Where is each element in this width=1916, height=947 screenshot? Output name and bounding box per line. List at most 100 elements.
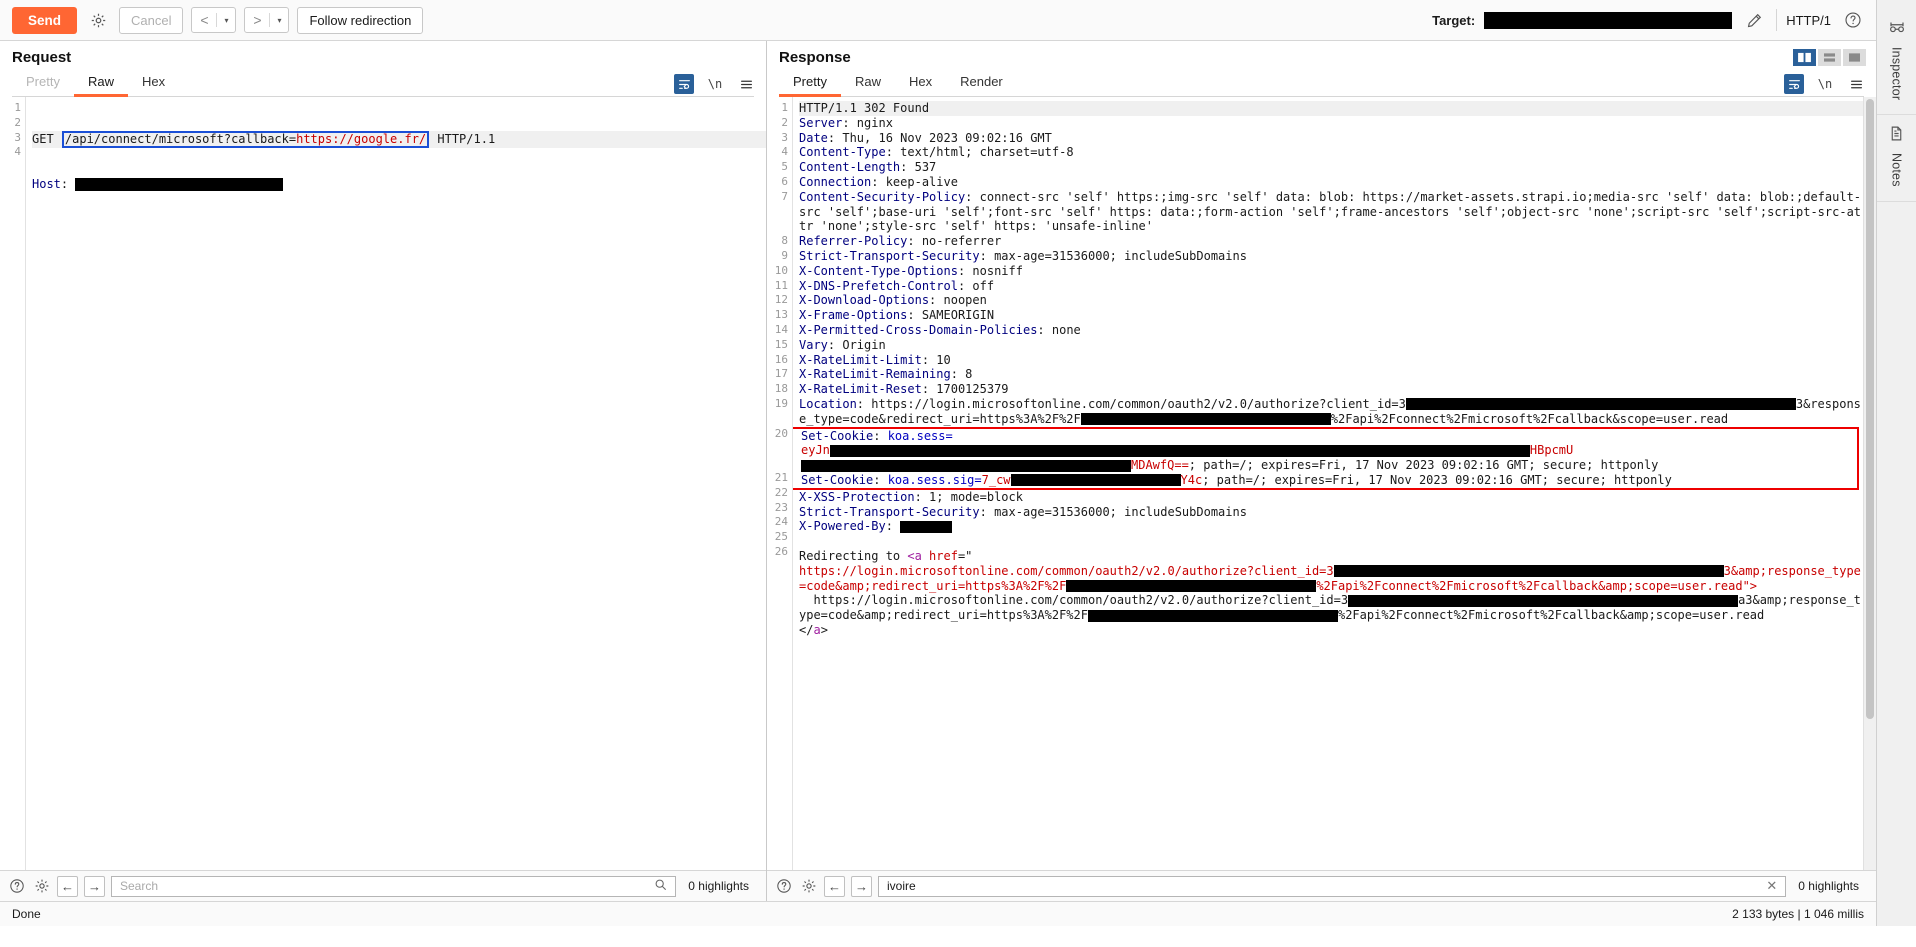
search-prev-button[interactable]: ← — [824, 875, 845, 897]
selected-url-region[interactable]: /api/connect/microsoft?callback=https://… — [61, 130, 430, 148]
next-request-button[interactable]: > ▾ — [244, 7, 290, 33]
top-toolbar: Send Cancel < ▾ > ▾ Follow redirection T… — [0, 0, 1876, 41]
layout-split-horizontal-icon[interactable] — [1818, 49, 1841, 66]
word-wrap-icon[interactable] — [1784, 74, 1804, 94]
response-header-line: Content-Security-Policy: connect-src 'se… — [799, 190, 1863, 234]
menu-icon[interactable] — [736, 74, 756, 94]
search-next-button[interactable]: → — [84, 875, 105, 897]
request-search-field[interactable] — [111, 875, 677, 897]
header-colon: : — [873, 472, 888, 487]
response-header-line: Content-Length: 537 — [799, 160, 1863, 175]
response-search-field[interactable]: ✕ — [878, 875, 1787, 897]
status-bar: Done 2 133 bytes | 1 046 millis — [0, 901, 1876, 926]
line-number-spacer — [767, 412, 788, 427]
tab-response-hex[interactable]: Hex — [895, 71, 946, 97]
redacted-block — [829, 444, 1530, 457]
tab-request-hex[interactable]: Hex — [128, 71, 179, 97]
response-tabs: Pretty Raw Hex Render — [779, 71, 1864, 97]
word-wrap-icon[interactable] — [674, 74, 694, 94]
sidebar-item-notes[interactable]: Notes — [1877, 115, 1916, 202]
status-text: Done — [12, 907, 41, 921]
search-help-icon[interactable] — [7, 877, 26, 896]
request-code-area[interactable]: 1 2 3 4 GET /api/connect/microsoft?callb… — [0, 97, 766, 870]
layout-toggle-group — [1793, 49, 1866, 66]
redacted-block — [1010, 474, 1181, 487]
header-name: Content-Length — [799, 160, 901, 175]
send-button[interactable]: Send — [12, 6, 78, 34]
location-url-part3: %2Fapi%2Fconnect%2Fmicrosoft%2Fcallback&… — [1330, 411, 1729, 426]
tag-close-lt: </ — [799, 622, 814, 637]
tag-close-name: a — [813, 622, 821, 637]
scrollbar-thumb[interactable] — [1866, 99, 1874, 719]
header-value: : Origin — [827, 337, 886, 352]
header-name: Content-Type — [799, 145, 886, 160]
header-name: Referrer-Policy — [799, 234, 908, 249]
line-number: 2 — [14, 115, 21, 129]
response-header-line: X-RateLimit-Reset: 1700125379 — [799, 382, 1863, 397]
request-highlights-count: 0 highlights — [688, 879, 749, 893]
header-value: : no-referrer — [907, 234, 1002, 249]
response-title: Response — [779, 49, 851, 66]
header-value: max-age=31536000; includeSubDomains — [994, 504, 1247, 519]
header-name: Set-Cookie — [801, 428, 874, 443]
line-number: 8 — [781, 234, 788, 248]
search-settings-gear-icon[interactable] — [799, 877, 818, 896]
http-version-label[interactable]: HTTP/1 — [1786, 13, 1831, 28]
request-line-4 — [32, 266, 766, 281]
cookie-attributes: ; path=/; expires=Fri, 17 Nov 2023 09:02… — [1202, 472, 1672, 487]
pencil-icon[interactable] — [1741, 7, 1767, 33]
line-number: 25 — [774, 530, 788, 544]
cookie-value-tail: Y4c — [1180, 472, 1203, 487]
tab-request-pretty[interactable]: Pretty — [12, 71, 74, 97]
line-number: 21 — [774, 470, 788, 484]
header-value: 1; mode=block — [929, 489, 1023, 504]
app-main-area: Send Cancel < ▾ > ▾ Follow redirection T… — [0, 0, 1876, 926]
response-body-text[interactable]: HTTP/1.1 302 Found Server: nginx Date: Thu… — [793, 97, 1863, 870]
equals-quote: =" — [957, 548, 973, 563]
menu-icon[interactable] — [1846, 74, 1866, 94]
response-header-line: X-Content-Type-Options: nosniff — [799, 264, 1863, 279]
chevron-down-icon[interactable]: ▾ — [270, 8, 288, 32]
request-settings-gear-icon[interactable] — [85, 7, 111, 33]
response-header-line: X-Download-Options: noopen — [799, 293, 1863, 308]
header-value: : 8 — [950, 367, 973, 382]
search-input[interactable] — [885, 878, 1759, 894]
search-next-button[interactable]: → — [851, 875, 872, 897]
line-number: 16 — [774, 352, 788, 366]
newline-icon[interactable]: \n — [1815, 74, 1835, 94]
follow-redirection-button[interactable]: Follow redirection — [297, 6, 424, 34]
header-colon: : — [979, 504, 995, 519]
request-panel-header: Request Pretty Raw Hex \n — [0, 41, 766, 97]
layout-split-vertical-icon[interactable] — [1793, 49, 1816, 66]
tab-request-raw[interactable]: Raw — [73, 71, 128, 97]
header-value: : 537 — [900, 160, 937, 175]
search-prev-button[interactable]: ← — [57, 875, 78, 897]
line-number: 11 — [774, 278, 788, 292]
line-number: 14 — [774, 322, 788, 336]
response-header-line: Strict-Transport-Security: max-age=31536… — [799, 505, 1863, 520]
help-icon[interactable] — [1840, 7, 1866, 33]
response-scrollbar[interactable] — [1863, 97, 1876, 870]
tab-response-render[interactable]: Render — [946, 71, 1017, 97]
cancel-button[interactable]: Cancel — [119, 6, 184, 34]
layout-single-pane-icon[interactable] — [1843, 49, 1866, 66]
response-header-line: Server: nginx — [799, 116, 1863, 131]
response-header-line: X-Frame-Options: SAMEORIGIN — [799, 308, 1863, 323]
header-name: Location — [799, 396, 857, 411]
tab-response-raw[interactable]: Raw — [841, 71, 895, 97]
request-search-bar: ← → 0 highlights — [0, 870, 766, 901]
search-help-icon[interactable] — [774, 877, 793, 896]
sidebar-item-inspector[interactable]: Inspector — [1877, 8, 1916, 116]
newline-icon[interactable]: \n — [705, 74, 725, 94]
request-body-text[interactable]: GET /api/connect/microsoft?callback=http… — [26, 97, 766, 870]
chevron-down-icon[interactable]: ▾ — [217, 8, 235, 32]
clear-search-icon[interactable]: ✕ — [1764, 878, 1779, 894]
search-settings-gear-icon[interactable] — [32, 877, 51, 896]
previous-request-button[interactable]: < ▾ — [191, 7, 237, 33]
right-sidebar: Inspector Notes — [1876, 0, 1916, 926]
line-number-spacer — [767, 604, 788, 619]
search-icon[interactable] — [652, 878, 669, 894]
search-input[interactable] — [118, 878, 647, 894]
response-code-area[interactable]: 1 2 3 4 5 6 7 8 9 10 11 12 13 14 15 16 17 18 19 20 21 22 23 24 2… — [767, 97, 1876, 870]
tab-response-pretty[interactable]: Pretty — [779, 71, 841, 97]
